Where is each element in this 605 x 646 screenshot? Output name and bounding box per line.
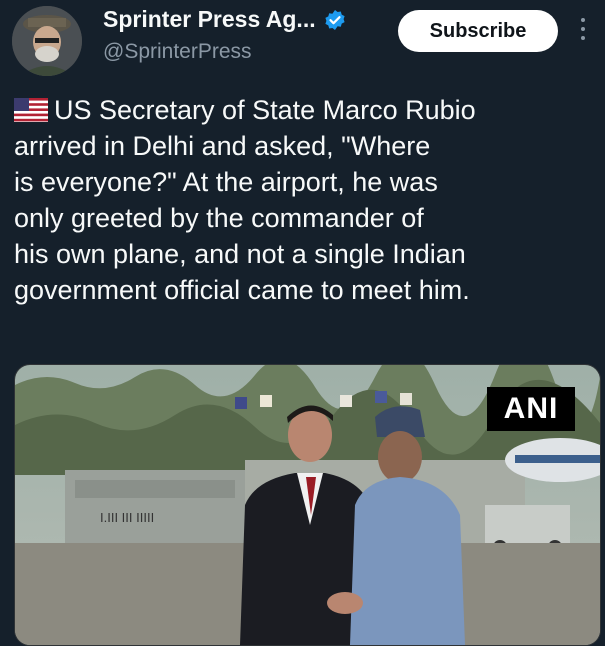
- tweet-text-line: US Secretary of State Marco Rubio: [14, 92, 594, 128]
- tweet-text-line-5: his own plane, and not a single Indian: [14, 239, 466, 269]
- more-options-icon[interactable]: [578, 18, 588, 48]
- verified-badge-icon: [325, 9, 345, 30]
- author-name-row[interactable]: Sprinter Press Ag...: [103, 6, 346, 33]
- avatar[interactable]: [12, 6, 82, 76]
- tweet-media-video[interactable]: I.III III IIIII ANI: [14, 364, 601, 646]
- svg-text:I.III III IIIII: I.III III IIIII: [100, 510, 154, 525]
- tweet-text-line-6: government official came to meet him.: [14, 275, 470, 305]
- tweet-text: US Secretary of State Marco Rubio arrive…: [14, 92, 594, 308]
- avatar-icon: [12, 6, 82, 76]
- subscribe-button[interactable]: Subscribe: [398, 10, 558, 52]
- us-flag-icon: [14, 98, 48, 122]
- tweet-text-line-1: US Secretary of State Marco Rubio: [54, 95, 476, 125]
- tweet-text-line-2: arrived in Delhi and asked, "Where: [14, 131, 431, 161]
- tweet-text-line-4: only greeted by the commander of: [14, 203, 424, 233]
- author-display-name[interactable]: Sprinter Press Ag...: [103, 6, 316, 33]
- author-handle[interactable]: @SprinterPress: [103, 40, 252, 64]
- tweet-text-line-3: is everyone?" At the airport, he was: [14, 167, 438, 197]
- watermark-logo: ANI: [487, 387, 575, 431]
